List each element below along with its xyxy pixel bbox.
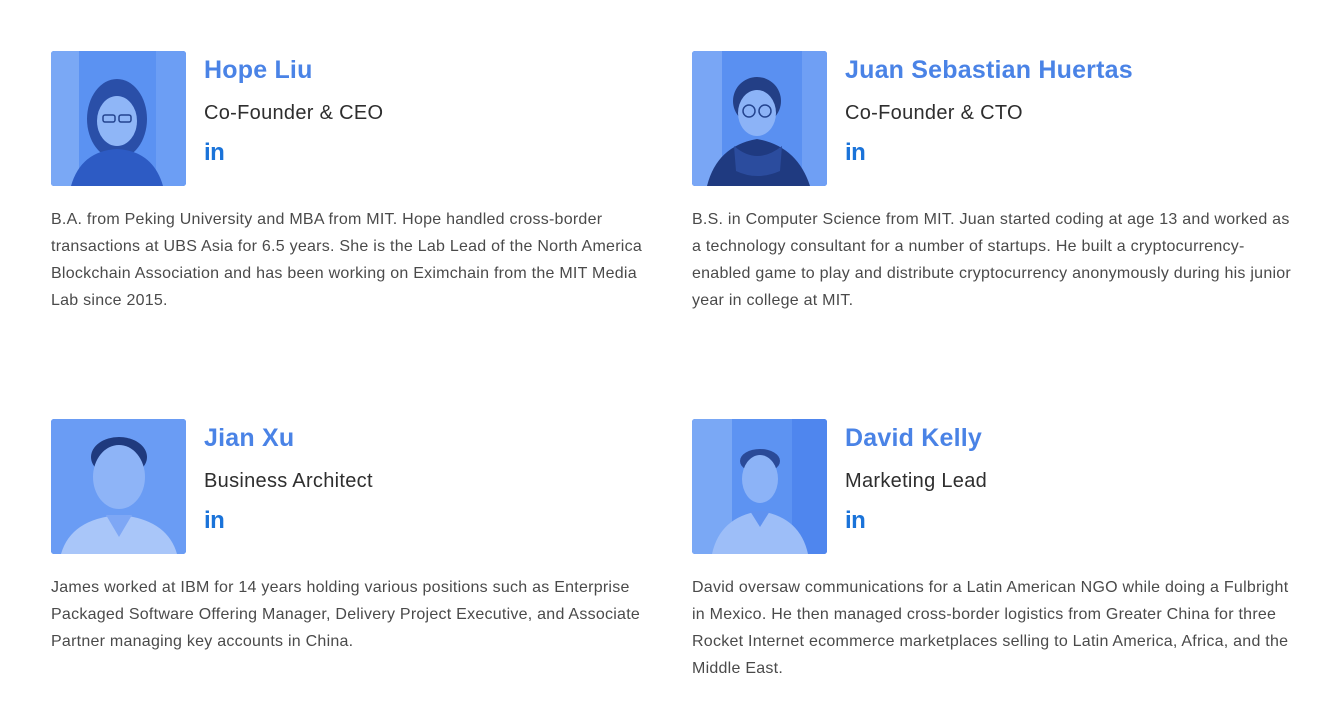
member-name: Hope Liu xyxy=(204,56,313,84)
team-card-info: Jian Xu Business Architect in xyxy=(204,419,373,533)
team-card-hope-liu: Hope Liu Co-Founder & CEO in B.A. from P… xyxy=(51,51,651,314)
team-card-david-kelly: David Kelly Marketing Lead in David over… xyxy=(692,419,1292,682)
profile-photo-image xyxy=(692,51,827,186)
team-card-header: David Kelly Marketing Lead in xyxy=(692,419,1292,554)
member-bio: B.S. in Computer Science from MIT. Juan … xyxy=(692,211,1291,309)
linkedin-icon[interactable]: in xyxy=(204,141,225,165)
team-card-info: David Kelly Marketing Lead in xyxy=(845,419,987,533)
member-role: Co-Founder & CTO xyxy=(845,102,1023,124)
profile-photo-image xyxy=(51,51,186,186)
member-bio: David oversaw communications for a Latin… xyxy=(692,579,1289,677)
linkedin-icon[interactable]: in xyxy=(845,141,866,165)
member-name: Jian Xu xyxy=(204,424,295,452)
profile-photo-image xyxy=(51,419,186,554)
member-role: Business Architect xyxy=(204,470,373,492)
team-card-info: Juan Sebastian Huertas Co-Founder & CTO … xyxy=(845,51,1133,165)
linkedin-icon[interactable]: in xyxy=(204,509,225,533)
profile-photo xyxy=(51,419,186,554)
member-name: David Kelly xyxy=(845,424,982,452)
member-role: Co-Founder & CEO xyxy=(204,102,384,124)
team-card-jian-xu: Jian Xu Business Architect in James work… xyxy=(51,419,651,655)
team-card-header: Hope Liu Co-Founder & CEO in xyxy=(51,51,651,186)
member-name: Juan Sebastian Huertas xyxy=(845,56,1133,84)
linkedin-icon[interactable]: in xyxy=(845,509,866,533)
team-card-juan-sebastian-huertas: Juan Sebastian Huertas Co-Founder & CTO … xyxy=(692,51,1292,314)
profile-photo-image xyxy=(692,419,827,554)
profile-photo xyxy=(692,419,827,554)
member-role: Marketing Lead xyxy=(845,470,988,492)
member-bio: B.A. from Peking University and MBA from… xyxy=(51,211,642,309)
team-card-header: Juan Sebastian Huertas Co-Founder & CTO … xyxy=(692,51,1292,186)
member-bio: James worked at IBM for 14 years holding… xyxy=(51,579,641,650)
team-grid: Hope Liu Co-Founder & CEO in B.A. from P… xyxy=(0,0,1330,710)
team-card-info: Hope Liu Co-Founder & CEO in xyxy=(204,51,383,165)
profile-photo xyxy=(51,51,186,186)
team-card-header: Jian Xu Business Architect in xyxy=(51,419,651,554)
profile-photo xyxy=(692,51,827,186)
